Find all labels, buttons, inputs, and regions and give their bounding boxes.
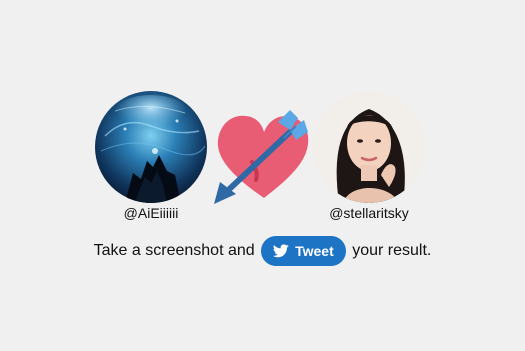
left-user-handle: @AiEiiiiii bbox=[123, 205, 179, 221]
share-prompt: Take a screenshot and Tweet your result. bbox=[0, 236, 525, 266]
right-user-handle: @stellaritsky bbox=[329, 205, 409, 221]
twitter-bird-icon bbox=[273, 244, 289, 258]
profile-right: @stellaritsky bbox=[313, 91, 425, 221]
tweet-button[interactable]: Tweet bbox=[261, 236, 346, 266]
avatar-right bbox=[313, 91, 425, 203]
share-prompt-prefix: Take a screenshot and bbox=[93, 242, 255, 259]
tweet-button-label: Tweet bbox=[295, 243, 334, 259]
profile-left: @AiEiiiiii bbox=[95, 91, 207, 221]
avatar-left bbox=[95, 91, 207, 203]
share-prompt-suffix: your result. bbox=[352, 242, 432, 259]
heart-with-arrow-icon bbox=[212, 108, 312, 204]
